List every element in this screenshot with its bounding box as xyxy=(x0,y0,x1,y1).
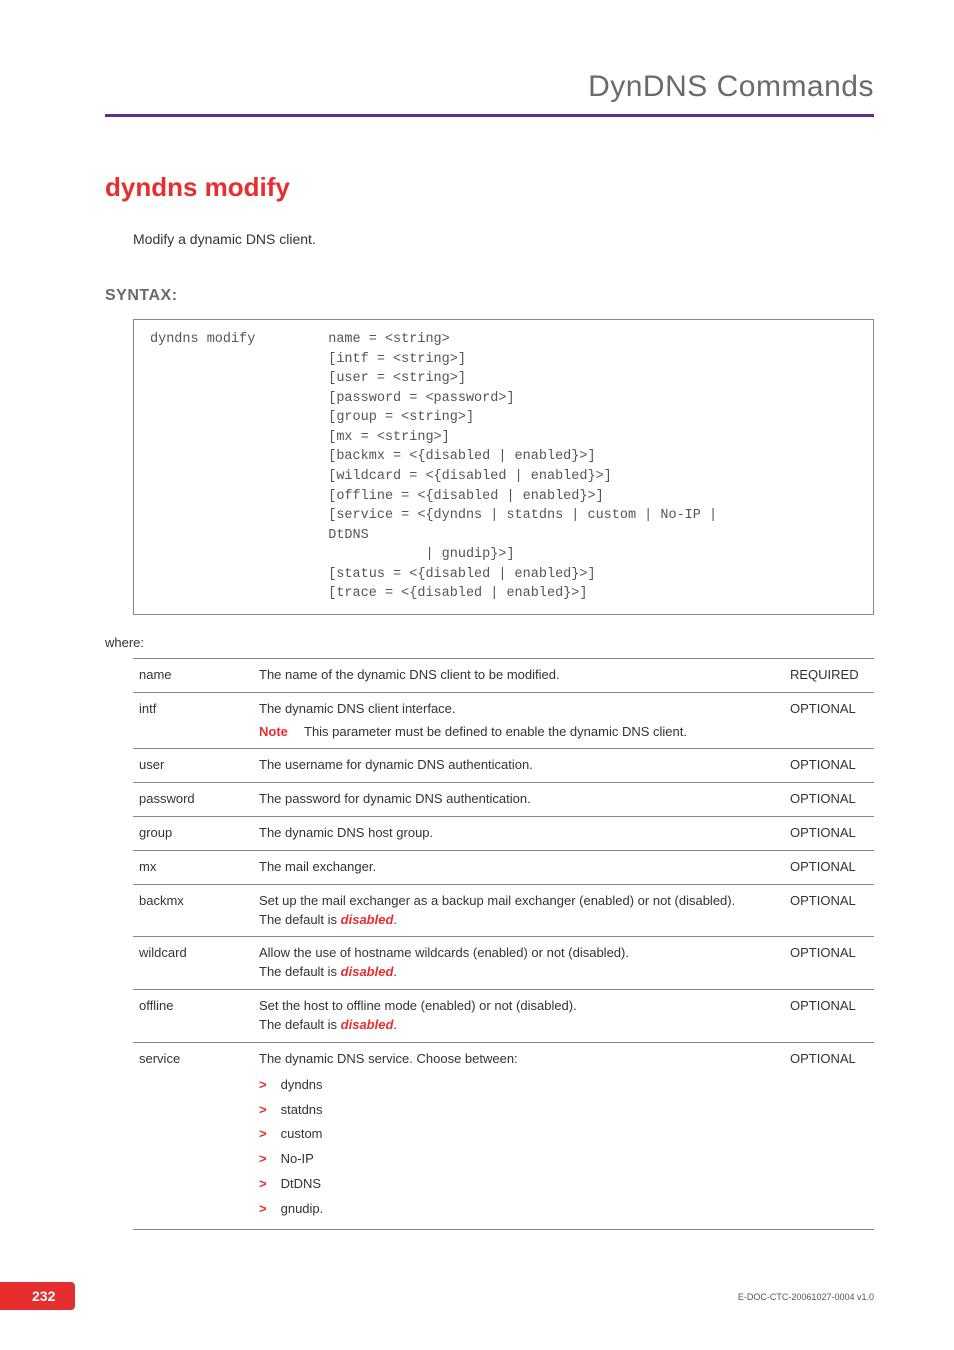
command-title: dyndns modify xyxy=(105,172,874,203)
list-item: > DtDNS xyxy=(259,1172,778,1197)
param-description: The dynamic DNS client interface.NoteThi… xyxy=(253,692,784,749)
table-row: offlineSet the host to offline mode (ena… xyxy=(133,990,874,1043)
param-requirement: OPTIONAL xyxy=(784,1042,874,1229)
list-item: > dyndns xyxy=(259,1073,778,1098)
syntax-code-block: dyndns modify name = <string> [intf = <s… xyxy=(133,319,874,615)
param-description: The name of the dynamic DNS client to be… xyxy=(253,658,784,692)
param-requirement: OPTIONAL xyxy=(784,990,874,1043)
param-name: service xyxy=(133,1042,253,1229)
param-description: Set the host to offline mode (enabled) o… xyxy=(253,990,784,1043)
table-row: mxThe mail exchanger.OPTIONAL xyxy=(133,850,874,884)
where-label: where: xyxy=(105,635,874,650)
chevron-right-icon: > xyxy=(259,1200,277,1219)
param-name: mx xyxy=(133,850,253,884)
param-description: The password for dynamic DNS authenticat… xyxy=(253,783,784,817)
default-line: The default is disabled. xyxy=(259,911,778,930)
list-item: > gnudip. xyxy=(259,1197,778,1222)
param-name: offline xyxy=(133,990,253,1043)
param-description: The dynamic DNS service. Choose between:… xyxy=(253,1042,784,1229)
parameters-table: nameThe name of the dynamic DNS client t… xyxy=(133,658,874,1230)
note-text: This parameter must be defined to enable… xyxy=(304,723,778,742)
page-number-badge: 232 xyxy=(0,1282,75,1310)
default-line: The default is disabled. xyxy=(259,963,778,982)
table-row: passwordThe password for dynamic DNS aut… xyxy=(133,783,874,817)
default-line: The default is disabled. xyxy=(259,1016,778,1035)
table-row: intfThe dynamic DNS client interface.Not… xyxy=(133,692,874,749)
chevron-right-icon: > xyxy=(259,1125,277,1144)
service-options-list: > dyndns> statdns> custom> No-IP> DtDNS>… xyxy=(259,1073,778,1222)
page-header-title: DynDNS Commands xyxy=(105,70,874,117)
list-item: > custom xyxy=(259,1122,778,1147)
chevron-right-icon: > xyxy=(259,1076,277,1095)
chevron-right-icon: > xyxy=(259,1150,277,1169)
param-name: name xyxy=(133,658,253,692)
param-requirement: OPTIONAL xyxy=(784,749,874,783)
param-name: password xyxy=(133,783,253,817)
chevron-right-icon: > xyxy=(259,1175,277,1194)
table-row: nameThe name of the dynamic DNS client t… xyxy=(133,658,874,692)
param-description: Set up the mail exchanger as a backup ma… xyxy=(253,884,784,937)
param-requirement: OPTIONAL xyxy=(784,817,874,851)
param-requirement: OPTIONAL xyxy=(784,692,874,749)
syntax-heading: SYNTAX: xyxy=(105,287,874,305)
table-row: backmxSet up the mail exchanger as a bac… xyxy=(133,884,874,937)
list-item: > statdns xyxy=(259,1098,778,1123)
param-requirement: REQUIRED xyxy=(784,658,874,692)
chevron-right-icon: > xyxy=(259,1101,277,1120)
param-requirement: OPTIONAL xyxy=(784,884,874,937)
param-name: intf xyxy=(133,692,253,749)
note-label: Note xyxy=(259,723,304,742)
page-footer: 232 E-DOC-CTC-20061027-0004 v1.0 xyxy=(0,1282,954,1310)
table-row: groupThe dynamic DNS host group.OPTIONAL xyxy=(133,817,874,851)
param-description: The dynamic DNS host group. xyxy=(253,817,784,851)
document-id: E-DOC-CTC-20061027-0004 v1.0 xyxy=(738,1292,874,1302)
param-description: The username for dynamic DNS authenticat… xyxy=(253,749,784,783)
param-description: Allow the use of hostname wildcards (ena… xyxy=(253,937,784,990)
param-requirement: OPTIONAL xyxy=(784,937,874,990)
table-row: serviceThe dynamic DNS service. Choose b… xyxy=(133,1042,874,1229)
param-name: user xyxy=(133,749,253,783)
param-description: The mail exchanger. xyxy=(253,850,784,884)
param-name: backmx xyxy=(133,884,253,937)
table-row: userThe username for dynamic DNS authent… xyxy=(133,749,874,783)
list-item: > No-IP xyxy=(259,1147,778,1172)
command-description: Modify a dynamic DNS client. xyxy=(133,231,874,247)
param-requirement: OPTIONAL xyxy=(784,783,874,817)
param-requirement: OPTIONAL xyxy=(784,850,874,884)
param-name: wildcard xyxy=(133,937,253,990)
table-row: wildcardAllow the use of hostname wildca… xyxy=(133,937,874,990)
param-name: group xyxy=(133,817,253,851)
